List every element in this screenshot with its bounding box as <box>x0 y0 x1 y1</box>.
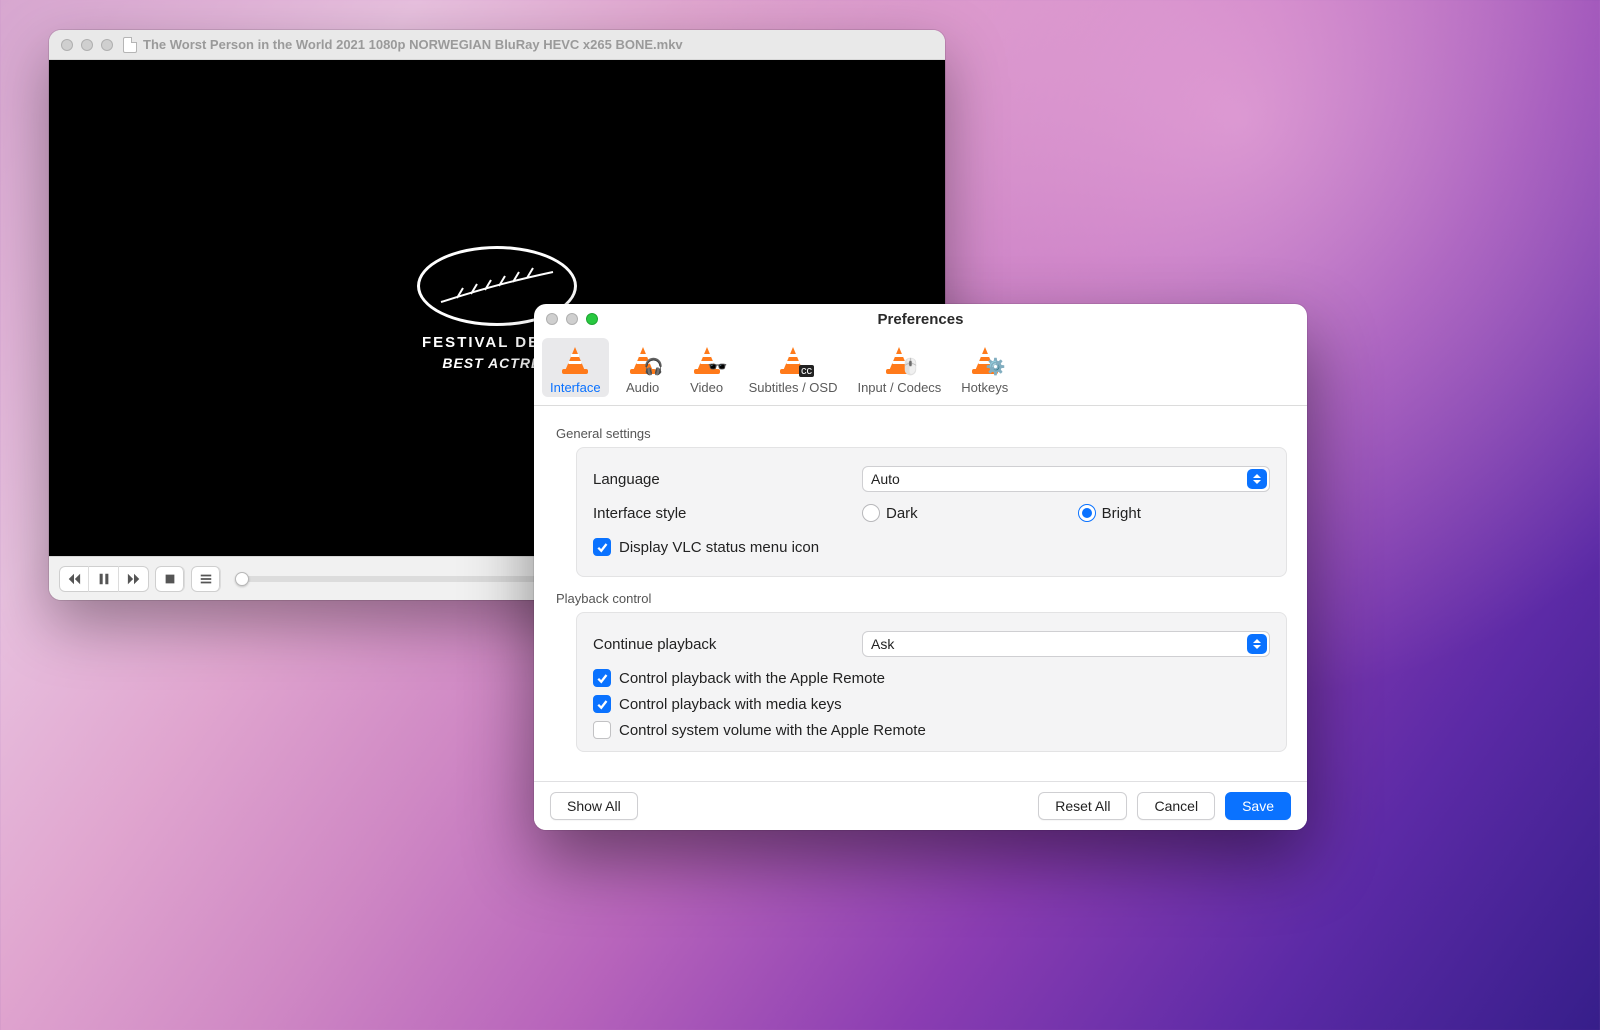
forward-button[interactable] <box>119 566 149 592</box>
checkbox-icon <box>593 538 611 556</box>
radio-bright[interactable]: Bright <box>1078 504 1141 522</box>
preferences-titlebar[interactable]: Preferences <box>534 304 1307 334</box>
continue-playback-label: Continue playback <box>593 636 848 653</box>
checkbox-icon <box>593 669 611 687</box>
tab-video[interactable]: 🕶️ Video <box>677 338 737 397</box>
preferences-title: Preferences <box>534 311 1307 328</box>
checkbox-icon <box>593 721 611 739</box>
continue-playback-select[interactable]: Ask <box>862 631 1270 657</box>
tab-label: Subtitles / OSD <box>749 380 838 395</box>
radio-icon <box>1078 504 1096 522</box>
general-section: Language Auto Interface style Dark Brigh… <box>576 447 1287 577</box>
language-select[interactable]: Auto <box>862 466 1270 492</box>
select-arrows-icon <box>1247 634 1267 654</box>
tab-label: Input / Codecs <box>857 380 941 395</box>
zoom-icon[interactable] <box>101 39 113 51</box>
cone-subtitle-icon: cc <box>774 342 812 376</box>
playback-section: Continue playback Ask Control playback w… <box>576 612 1287 752</box>
cone-glasses-icon: 🕶️ <box>688 342 726 376</box>
tab-input-codecs[interactable]: 🖱️ Input / Codecs <box>849 338 949 397</box>
transport-group <box>59 566 149 592</box>
preferences-footer: Show All Reset All Cancel Save <box>534 781 1307 830</box>
system-volume-row[interactable]: Control system volume with the Apple Rem… <box>593 721 1270 739</box>
radio-dark[interactable]: Dark <box>862 504 918 522</box>
tab-interface[interactable]: Interface <box>542 338 609 397</box>
checkbox-icon <box>593 695 611 713</box>
preferences-toolbar: Interface 🎧 Audio 🕶️ Video cc Subtitles … <box>534 334 1307 406</box>
playlist-button[interactable] <box>191 566 221 592</box>
tab-label: Audio <box>626 380 659 395</box>
tab-label: Hotkeys <box>961 380 1008 395</box>
file-icon <box>123 37 137 53</box>
player-title: The Worst Person in the World 2021 1080p… <box>123 37 683 53</box>
cone-headphones-icon: 🎧 <box>624 342 662 376</box>
player-title-text: The Worst Person in the World 2021 1080p… <box>143 37 683 52</box>
cone-icon <box>556 342 594 376</box>
seek-thumb[interactable] <box>235 572 249 586</box>
show-all-button[interactable]: Show All <box>550 792 638 820</box>
minimize-icon[interactable] <box>81 39 93 51</box>
playback-heading: Playback control <box>556 591 1287 606</box>
media-keys-row[interactable]: Control playback with media keys <box>593 695 1270 713</box>
rewind-button[interactable] <box>59 566 89 592</box>
tab-subtitles[interactable]: cc Subtitles / OSD <box>741 338 846 397</box>
radio-icon <box>862 504 880 522</box>
cancel-button[interactable]: Cancel <box>1137 792 1215 820</box>
apple-remote-label: Control playback with the Apple Remote <box>619 670 885 687</box>
cone-input-icon: 🖱️ <box>880 342 918 376</box>
interface-style-group: Dark Bright <box>862 504 1270 522</box>
tab-audio[interactable]: 🎧 Audio <box>613 338 673 397</box>
status-icon-row[interactable]: Display VLC status menu icon <box>593 538 1270 556</box>
interface-style-label: Interface style <box>593 505 848 522</box>
pause-button[interactable] <box>89 566 119 592</box>
tab-hotkeys[interactable]: ⚙️ Hotkeys <box>953 338 1016 397</box>
reset-all-button[interactable]: Reset All <box>1038 792 1127 820</box>
save-button[interactable]: Save <box>1225 792 1291 820</box>
cone-hotkeys-icon: ⚙️ <box>966 342 1004 376</box>
status-icon-label: Display VLC status menu icon <box>619 539 819 556</box>
language-label: Language <box>593 471 848 488</box>
tab-label: Video <box>690 380 723 395</box>
radio-bright-label: Bright <box>1102 505 1141 522</box>
preferences-body: General settings Language Auto Interface… <box>534 406 1307 781</box>
media-keys-label: Control playback with media keys <box>619 696 842 713</box>
tab-label: Interface <box>550 380 601 395</box>
language-value: Auto <box>871 471 900 487</box>
stop-button[interactable] <box>155 566 185 592</box>
player-window-controls <box>61 39 113 51</box>
player-titlebar[interactable]: The Worst Person in the World 2021 1080p… <box>49 30 945 60</box>
system-volume-label: Control system volume with the Apple Rem… <box>619 722 926 739</box>
close-icon[interactable] <box>61 39 73 51</box>
general-heading: General settings <box>556 426 1287 441</box>
apple-remote-row[interactable]: Control playback with the Apple Remote <box>593 669 1270 687</box>
select-arrows-icon <box>1247 469 1267 489</box>
radio-dark-label: Dark <box>886 505 918 522</box>
continue-playback-value: Ask <box>871 636 894 652</box>
preferences-window: Preferences Interface 🎧 Audio 🕶️ Video c… <box>534 304 1307 830</box>
